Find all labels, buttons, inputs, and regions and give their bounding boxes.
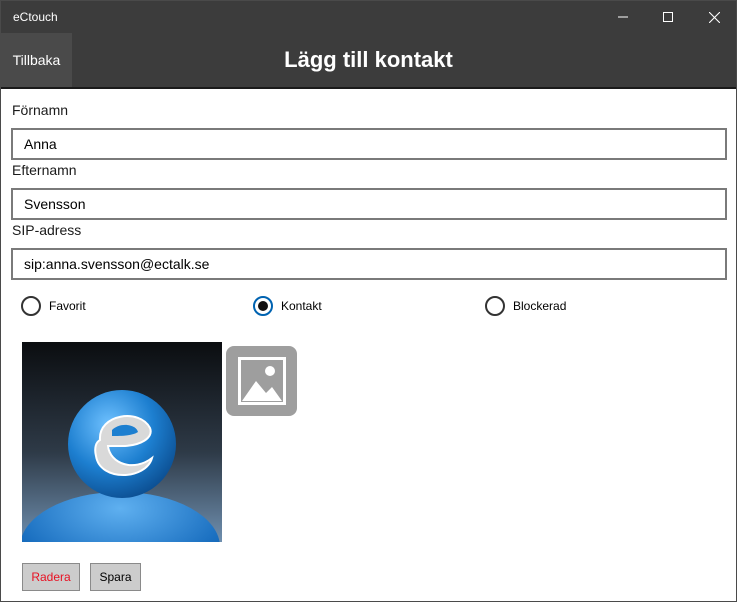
image-picker-button[interactable] <box>226 346 297 416</box>
radio-contact-circle[interactable] <box>253 296 273 316</box>
minimize-icon <box>618 16 628 18</box>
radio-favorite-label: Favorit <box>49 299 86 313</box>
minimize-button[interactable] <box>600 1 646 33</box>
last-name-field[interactable] <box>11 188 727 220</box>
radio-favorite-circle[interactable] <box>21 296 41 316</box>
app-header: Tillbaka Lägg till kontakt <box>1 33 736 89</box>
sip-address-field[interactable] <box>11 248 727 280</box>
radio-favorite[interactable]: Favorit <box>21 294 86 318</box>
sip-address-label: SIP-adress <box>12 222 82 238</box>
maximize-button[interactable] <box>645 1 691 33</box>
radio-contact-label: Kontakt <box>281 299 322 313</box>
title-bar: eCtouch <box>1 1 736 33</box>
close-icon <box>708 11 720 23</box>
first-name-field[interactable] <box>11 128 727 160</box>
first-name-label: Förnamn <box>12 102 69 118</box>
app-window: eCtouch Tillbaka Lägg till kontakt Förna… <box>0 0 737 602</box>
delete-button[interactable]: Radera <box>22 563 80 591</box>
maximize-icon <box>663 12 673 22</box>
radio-blocked[interactable]: Blockerad <box>485 294 566 318</box>
last-name-label: Efternamn <box>12 162 77 178</box>
contact-avatar <box>22 342 222 542</box>
app-title: eCtouch <box>13 10 58 24</box>
radio-blocked-circle[interactable] <box>485 296 505 316</box>
image-icon <box>237 357 286 405</box>
save-button[interactable]: Spara <box>90 563 141 591</box>
page-title: Lägg till kontakt <box>284 47 453 72</box>
radio-contact[interactable]: Kontakt <box>253 294 322 318</box>
radio-blocked-label: Blockerad <box>513 299 567 313</box>
ectalk-logo-avatar-icon <box>22 342 222 542</box>
close-button[interactable] <box>691 1 737 33</box>
